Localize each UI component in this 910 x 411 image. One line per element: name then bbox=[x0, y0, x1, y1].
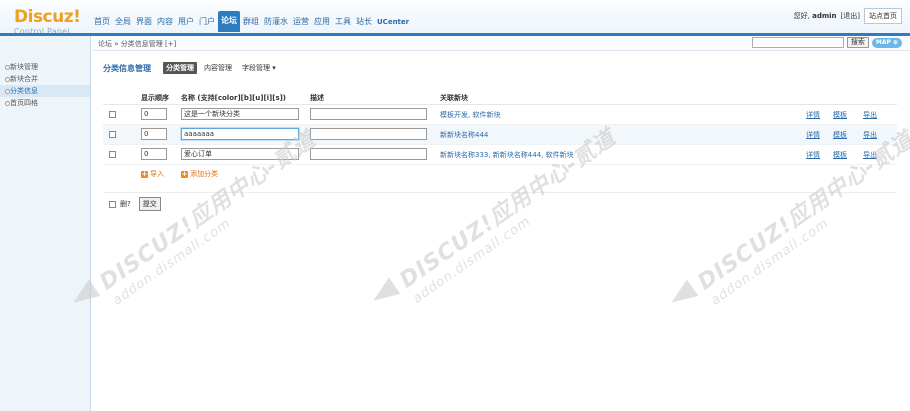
table-header: 显示顺序 名称 (支持[color][b][u][i][s]) 描述 关联新块 bbox=[103, 91, 897, 105]
watermark-arrow-icon bbox=[665, 279, 699, 311]
breadcrumb: 论坛 » 分类信息管理 [+] bbox=[98, 40, 177, 48]
sidebar-item-label: 首页四格 bbox=[10, 99, 38, 107]
tab-1[interactable]: 内容管理 bbox=[201, 62, 235, 74]
logo-text: Discuz! bbox=[14, 7, 81, 27]
related-blocks: 模板开发, 软件新块 bbox=[440, 111, 501, 119]
nav-item-10[interactable]: 应用 bbox=[312, 17, 332, 32]
nav-item-5[interactable]: 门户 bbox=[197, 17, 217, 32]
row-checkbox[interactable] bbox=[109, 111, 116, 118]
top-header: Discuz! Control Panel 首页 全局 界面 内容 用户 门户 论坛 群组 防灌… bbox=[0, 0, 910, 37]
breadcrumb-bar: 论坛 » 分类信息管理 [+] 搜索 MAP ⊕ bbox=[92, 36, 910, 51]
add-row: + 导入 + 添加分类 bbox=[103, 165, 897, 182]
search-button[interactable]: 搜索 bbox=[846, 37, 869, 48]
order-input[interactable]: 0 bbox=[141, 108, 167, 120]
sidebar: 新块管理新块合并分类信息首页四格 bbox=[0, 36, 91, 411]
submit-row: 删? 提交 bbox=[103, 192, 897, 211]
category-table: 显示顺序 名称 (支持[color][b][u][i][s]) 描述 关联新块 … bbox=[103, 91, 897, 182]
tab-2[interactable]: 字段管理 ▾ bbox=[239, 62, 279, 74]
sidebar-item-label: 新块合并 bbox=[10, 75, 38, 83]
template-link[interactable]: 模板 bbox=[833, 150, 847, 160]
discuz-logo[interactable]: Discuz! Control Panel bbox=[14, 7, 84, 37]
table-body: 0 这是一个新块分类 模板开发, 软件新块 详情 模板 导出 0 aaaaaaa… bbox=[103, 105, 897, 165]
table-row: 0 这是一个新块分类 模板开发, 软件新块 详情 模板 导出 bbox=[103, 105, 897, 125]
name-input[interactable]: aaaaaaa bbox=[181, 128, 299, 140]
plus-icon: + bbox=[181, 169, 188, 178]
nav-item-11[interactable]: 工具 bbox=[333, 17, 353, 32]
tab-bar: 分类管理 内容管理 字段管理 ▾ bbox=[163, 62, 279, 74]
header-desc: 描述 bbox=[310, 94, 324, 102]
add-category-button[interactable]: + 添加分类 bbox=[181, 169, 218, 179]
export-link[interactable]: 导出 bbox=[863, 130, 877, 140]
delete-all-checkbox[interactable] bbox=[109, 200, 116, 208]
sidebar-item-3[interactable]: 首页四格 bbox=[0, 97, 90, 109]
sidebar-item-1[interactable]: 新块合并 bbox=[0, 73, 90, 85]
description-input[interactable] bbox=[310, 148, 427, 160]
sidebar-item-0[interactable]: 新块管理 bbox=[0, 61, 90, 73]
table-row: 0 爱心订单 新新块名称333, 新新块名称444, 软件新块 详情 模板 导出 bbox=[103, 145, 897, 165]
sidebar-item-label: 分类信息 bbox=[10, 87, 38, 95]
related-blocks: 新新块名称444 bbox=[440, 131, 489, 139]
nav-item-12[interactable]: 站长 bbox=[354, 17, 374, 32]
import-button[interactable]: + 导入 bbox=[141, 169, 164, 179]
export-link[interactable]: 导出 bbox=[863, 150, 877, 160]
name-input[interactable]: 爱心订单 bbox=[181, 148, 299, 160]
nav-item-6[interactable]: 论坛 bbox=[218, 11, 240, 32]
watermark-arrow-icon bbox=[367, 277, 401, 309]
site-home-button[interactable]: 站点首页 bbox=[864, 8, 902, 24]
nav-item-2[interactable]: 界面 bbox=[134, 17, 154, 32]
delete-label: 删? bbox=[120, 200, 131, 208]
nav-item-1[interactable]: 全局 bbox=[113, 17, 133, 32]
header-related: 关联新块 bbox=[440, 94, 468, 102]
export-link[interactable]: 导出 bbox=[863, 110, 877, 120]
detail-link[interactable]: 详情 bbox=[806, 110, 820, 120]
nav-item-9[interactable]: 运营 bbox=[291, 17, 311, 32]
sidebar-item-label: 新块管理 bbox=[10, 63, 38, 71]
search-input[interactable] bbox=[751, 37, 844, 48]
search-area: 搜索 MAP ⊕ bbox=[751, 37, 902, 48]
template-link[interactable]: 模板 bbox=[833, 110, 847, 120]
plus-icon: + bbox=[141, 169, 148, 178]
header-user-area: 您好, admin [退出] 站点首页 bbox=[794, 8, 902, 24]
submit-button[interactable]: 提交 bbox=[138, 197, 161, 211]
main-nav: 首页 全局 界面 内容 用户 门户 论坛 群组 防灌水 运营 应用 工具 站长 UCenter bbox=[92, 10, 412, 32]
order-input[interactable]: 0 bbox=[141, 128, 167, 140]
detail-link[interactable]: 详情 bbox=[806, 150, 820, 160]
row-checkbox[interactable] bbox=[109, 151, 116, 158]
username: admin bbox=[812, 12, 837, 20]
sidebar-item-2[interactable]: 分类信息 bbox=[0, 85, 90, 97]
description-input[interactable] bbox=[310, 108, 427, 120]
nav-item-7[interactable]: 群组 bbox=[241, 17, 261, 32]
detail-link[interactable]: 详情 bbox=[806, 130, 820, 140]
title-row: 分类信息管理 分类管理 内容管理 字段管理 ▾ bbox=[103, 62, 279, 74]
map-button[interactable]: MAP ⊕ bbox=[871, 37, 902, 48]
logout-link[interactable]: [退出] bbox=[841, 11, 860, 21]
page-title: 分类信息管理 bbox=[103, 63, 151, 73]
table-row: 0 aaaaaaa 新新块名称444 详情 模板 导出 bbox=[103, 125, 897, 145]
nav-item-8[interactable]: 防灌水 bbox=[262, 17, 290, 32]
row-checkbox[interactable] bbox=[109, 131, 116, 138]
nav-item-4[interactable]: 用户 bbox=[176, 17, 196, 32]
related-blocks: 新新块名称333, 新新块名称444, 软件新块 bbox=[440, 151, 574, 159]
header-order: 显示顺序 bbox=[141, 94, 169, 102]
template-link[interactable]: 模板 bbox=[833, 130, 847, 140]
header-name: 名称 (支持[color][b][u][i][s]) bbox=[181, 94, 287, 102]
nav-item-3[interactable]: 内容 bbox=[155, 17, 175, 32]
order-input[interactable]: 0 bbox=[141, 148, 167, 160]
greeting: 您好, admin bbox=[793, 12, 837, 20]
tab-0[interactable]: 分类管理 bbox=[163, 62, 197, 74]
name-input[interactable]: 这是一个新块分类 bbox=[181, 108, 299, 120]
sidebar-menu: 新块管理新块合并分类信息首页四格 bbox=[0, 61, 90, 109]
nav-item-0[interactable]: 首页 bbox=[92, 17, 112, 32]
description-input[interactable] bbox=[310, 128, 427, 140]
nav-item-13[interactable]: UCenter bbox=[375, 17, 411, 32]
